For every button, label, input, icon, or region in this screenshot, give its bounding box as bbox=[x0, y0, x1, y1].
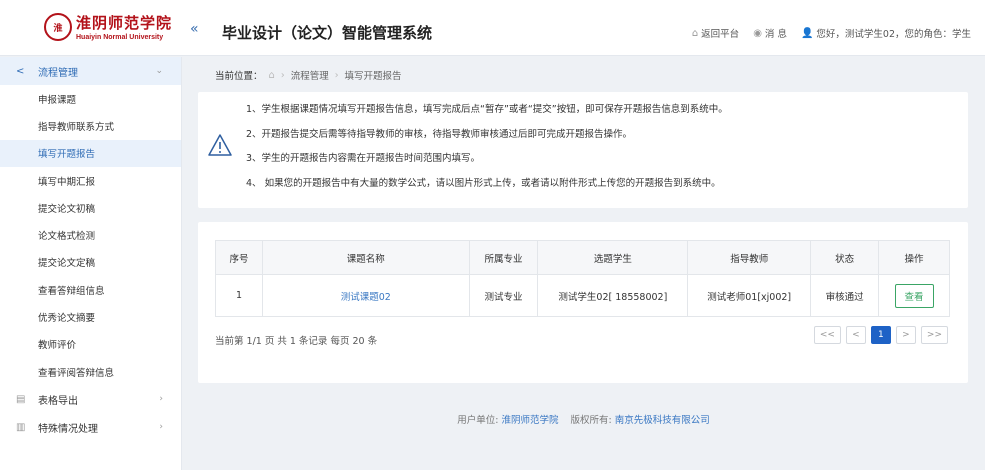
cell-teacher: 测试老师01[xj002] bbox=[687, 274, 812, 317]
sidebar-item-excellent-abstracts[interactable]: 优秀论文摘要 bbox=[0, 303, 181, 330]
sidebar-item-midterm-report[interactable]: 填写中期汇报 bbox=[0, 167, 181, 194]
user-greeting: 您好，测试学生02，您的角色：学生 bbox=[816, 29, 971, 40]
last-page-button[interactable]: >> bbox=[920, 326, 948, 344]
top-right-links: ⌂ 返回平台 ◉ 消 息 👤 您好，测试学生02，您的角色：学生 bbox=[691, 26, 971, 41]
sidebar-group-process[interactable]: < 流程管理 ⌄ bbox=[0, 57, 181, 85]
col-header-status: 状态 bbox=[810, 240, 880, 275]
sidebar-group-special[interactable]: ▥ 特殊情况处理 › bbox=[0, 413, 181, 441]
breadcrumb-separator: › bbox=[334, 69, 339, 81]
warning-icon bbox=[208, 134, 232, 156]
topic-link[interactable]: 测试课题02 bbox=[341, 292, 391, 303]
cell-status: 审核通过 bbox=[810, 274, 880, 317]
cell-student: 测试学生02[ 18558002] bbox=[537, 274, 689, 317]
footer-company-link[interactable]: 南京先极科技有限公司 bbox=[615, 415, 710, 426]
breadcrumb-level2: 填写开题报告 bbox=[344, 71, 402, 82]
breadcrumb-separator: › bbox=[280, 69, 285, 81]
col-header-topic: 课题名称 bbox=[261, 240, 470, 275]
notice-panel: 1、学生根据课题情况填写开题报告信息，填写完成后点“暂存”或者“提交”按钮，即可… bbox=[198, 92, 968, 208]
return-platform-link[interactable]: ⌂ 返回平台 bbox=[691, 26, 740, 41]
chevron-right-icon: › bbox=[159, 394, 163, 405]
sidebar-group-label: 表格导出 bbox=[38, 395, 78, 407]
breadcrumb-label: 当前位置： bbox=[215, 71, 263, 82]
col-header-no: 序号 bbox=[215, 240, 263, 275]
current-page-button[interactable]: 1 bbox=[870, 326, 891, 344]
notice-line: 1、学生根据课题情况填写开题报告信息，填写完成后点“暂存”或者“提交”按钮，即可… bbox=[246, 104, 728, 115]
logo-en: Huaiyin Normal University bbox=[76, 34, 164, 41]
breadcrumb-level1[interactable]: 流程管理 bbox=[291, 68, 329, 82]
pagination-info: 当前第 1/1 页 共 1 条记录 每页 20 条 bbox=[215, 336, 378, 347]
cell-major: 测试专业 bbox=[468, 274, 539, 317]
notice-list: 1、学生根据课题情况填写开题报告信息，填写完成后点“暂存”或者“提交”按钮，即可… bbox=[246, 102, 728, 200]
double-chevron-left-icon[interactable]: « bbox=[190, 22, 204, 36]
university-logo[interactable]: 淮 淮阴师范学院 Huaiyin Normal University bbox=[44, 10, 173, 46]
chevron-down-icon: ⌄ bbox=[155, 66, 163, 76]
sidebar-item-advisor-contact[interactable]: 指导教师联系方式 bbox=[0, 112, 181, 139]
messages-label: 消 息 bbox=[764, 29, 787, 40]
footer-copyright-label: 版权所有: bbox=[570, 415, 612, 426]
chevron-right-icon: › bbox=[159, 422, 163, 433]
sidebar: < 流程管理 ⌄ 申报课题 指导教师联系方式 填写开题报告 填写中期汇报 提交论… bbox=[0, 57, 182, 470]
logo-cn: 淮阴师范学院 bbox=[76, 14, 173, 32]
system-title: 毕业设计（论文）智能管理系统 bbox=[222, 24, 433, 42]
sidebar-item-final-draft[interactable]: 提交论文定稿 bbox=[0, 249, 181, 276]
seal-icon: 淮 bbox=[44, 13, 72, 41]
sidebar-item-teacher-evaluation[interactable]: 教师评价 bbox=[0, 331, 181, 358]
sidebar-item-opening-report[interactable]: 填写开题报告 bbox=[0, 139, 181, 167]
user-info[interactable]: 👤 您好，测试学生02，您的角色：学生 bbox=[800, 26, 971, 41]
sidebar-group-label: 流程管理 bbox=[38, 67, 78, 79]
cell-no: 1 bbox=[215, 274, 263, 317]
topic-table: 序号 课题名称 所属专业 选题学生 指导教师 状态 操作 1 测试课题02 测试… bbox=[215, 240, 950, 317]
footer-unit-link[interactable]: 淮阴师范学院 bbox=[501, 415, 558, 426]
breadcrumb: 当前位置： ⌂ › 流程管理 › 填写开题报告 bbox=[215, 68, 402, 83]
sidebar-item-format-check[interactable]: 论文格式检测 bbox=[0, 221, 181, 248]
table-header-row: 序号 课题名称 所属专业 选题学生 指导教师 状态 操作 bbox=[215, 240, 950, 275]
view-button[interactable]: 查看 bbox=[894, 283, 934, 308]
col-header-action: 操作 bbox=[878, 240, 950, 275]
sidebar-group-export[interactable]: ▤ 表格导出 › bbox=[0, 385, 181, 413]
table-icon: ▤ bbox=[16, 393, 26, 405]
table-row: 1 测试课题02 测试专业 测试学生02[ 18558002] 测试老师01[x… bbox=[215, 274, 950, 317]
message-icon: ◉ bbox=[753, 27, 762, 39]
sidebar-item-first-draft[interactable]: 提交论文初稿 bbox=[0, 194, 181, 221]
cell-topic: 测试课题02 bbox=[261, 274, 470, 317]
pagination: << < 1 > >> bbox=[813, 326, 948, 344]
col-header-major: 所属专业 bbox=[468, 240, 539, 275]
topic-table-panel: 序号 课题名称 所属专业 选题学生 指导教师 状态 操作 1 测试课题02 测试… bbox=[198, 222, 968, 383]
share-icon: < bbox=[16, 65, 25, 77]
col-header-teacher: 指导教师 bbox=[687, 240, 812, 275]
document-icon: ▥ bbox=[16, 421, 26, 433]
notice-line: 2、开题报告提交后需等待指导教师的审核，待指导教师审核通过后即可完成开题报告操作… bbox=[246, 128, 633, 140]
col-header-student: 选题学生 bbox=[537, 240, 689, 275]
home-icon[interactable]: ⌂ bbox=[269, 70, 275, 81]
sidebar-group-label: 特殊情况处理 bbox=[38, 423, 98, 435]
return-platform-label: 返回平台 bbox=[701, 29, 740, 40]
first-page-button[interactable]: << bbox=[813, 326, 841, 344]
home-icon: ⌂ bbox=[691, 27, 699, 39]
user-icon: 👤 bbox=[800, 27, 814, 39]
sidebar-item-review-defense-info[interactable]: 查看评阅答辩信息 bbox=[0, 358, 181, 385]
sidebar-item-defense-group[interactable]: 查看答辩组信息 bbox=[0, 276, 181, 303]
sidebar-item-apply-topic[interactable]: 申报课题 bbox=[0, 85, 181, 112]
prev-page-button[interactable]: < bbox=[845, 326, 866, 344]
footer: 用户单位: 淮阴师范学院 版权所有: 南京先极科技有限公司 bbox=[182, 412, 985, 426]
messages-link[interactable]: ◉ 消 息 bbox=[753, 26, 787, 41]
top-header: 淮 淮阴师范学院 Huaiyin Normal University « 毕业设… bbox=[0, 0, 985, 56]
cell-action: 查看 bbox=[878, 274, 950, 317]
notice-line: 3、学生的开题报告内容需在开题报告时间范围内填写。 bbox=[246, 153, 481, 164]
notice-line: 4、 如果您的开题报告中有大量的数学公式，请以图片形式上传，或者请以附件形式上传… bbox=[246, 177, 721, 189]
footer-unit-label: 用户单位: bbox=[457, 415, 499, 426]
next-page-button[interactable]: > bbox=[895, 326, 916, 344]
